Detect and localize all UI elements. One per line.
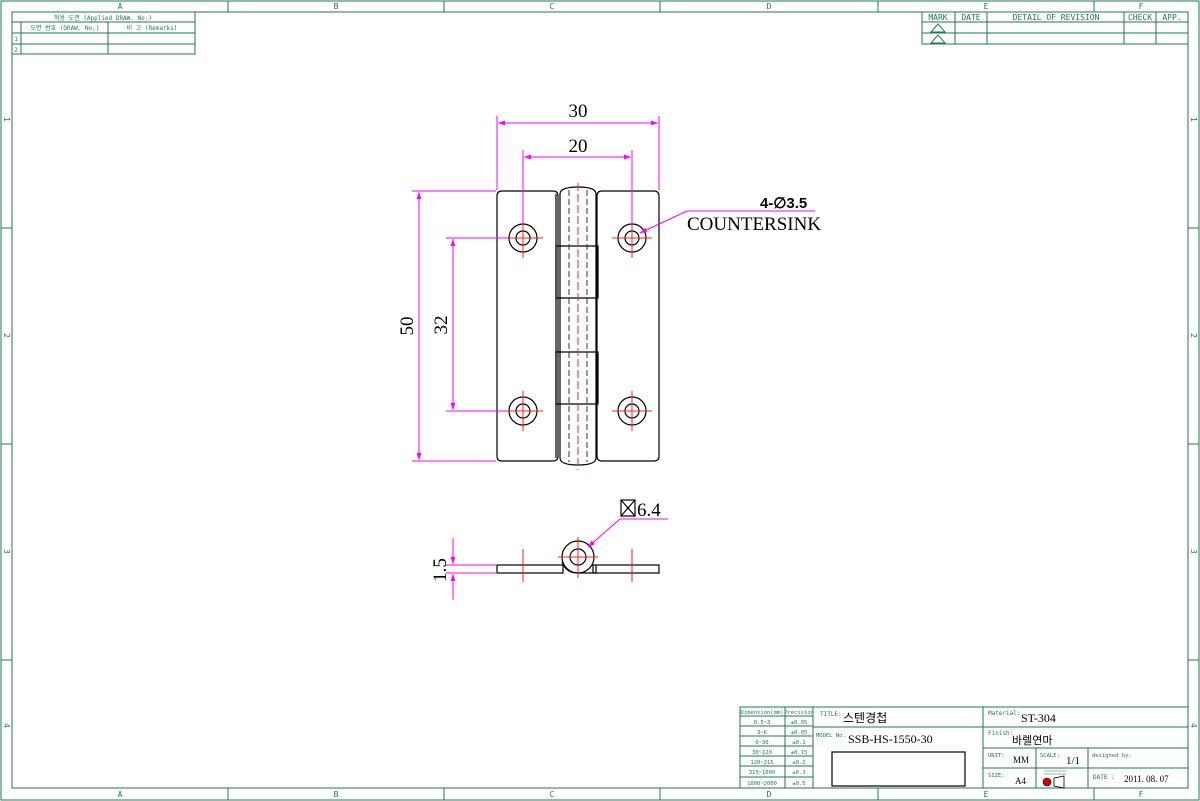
row-label: 1 (2, 117, 11, 122)
tolerance-precision: ±0.05 (791, 720, 808, 726)
revision-header-check: CHECK (1128, 13, 1152, 22)
col-label: C (550, 790, 555, 799)
tolerance-header: Precision (784, 710, 814, 716)
applied-drawing-table: 적용 도면 (Applied DRAW. No.) 도면 번호 (DRAW. N… (11, 11, 196, 55)
col-label: B (334, 790, 339, 799)
tolerance-range: 30~120 (752, 750, 772, 756)
hole-bottom-right (612, 391, 652, 431)
finish-label: Finish: (988, 730, 1013, 737)
tolerance-header: Dimension(mm) (740, 710, 783, 716)
tolerance-precision: ±0.2 (792, 760, 805, 766)
finish-value: 바렐연마 (1012, 734, 1052, 747)
hole-callout: 4-∅3.5 (760, 195, 807, 212)
col-label: E (984, 2, 989, 11)
hole-top-right (612, 218, 652, 258)
col-label: E (984, 790, 989, 799)
applied-table-row: 2 (14, 47, 18, 54)
row-label: 4 (2, 723, 11, 728)
side-dimensions (446, 499, 668, 600)
row-label: 4 (1189, 723, 1198, 728)
revision-header-mark: MARK (928, 13, 947, 22)
date-label: DATE : (1093, 774, 1115, 781)
tolerance-range: 3~6 (757, 730, 767, 736)
row-label: 3 (2, 549, 11, 554)
applied-table-col2: 비 고 (Remarks) (127, 24, 178, 32)
hole-top-left (503, 218, 543, 258)
designed-label: designed by: (1092, 753, 1132, 759)
material-value: ST-304 (1021, 711, 1056, 725)
tolerance-range: 315~1000 (749, 770, 776, 776)
row-label: 1 (1189, 117, 1198, 122)
row-label: 3 (1189, 549, 1198, 554)
col-label: C (550, 2, 555, 11)
tolerance-precision: ±0.1 (792, 740, 805, 746)
revision-header-date: DATE (961, 13, 980, 22)
date-value: 2011. 08. 07 (1124, 774, 1169, 784)
revision-header-app: APP. (1162, 13, 1181, 22)
hinge-side-view (496, 537, 660, 582)
revision-header-detail: DETAIL OF REVISION (1013, 13, 1100, 22)
hole-note: COUNTERSINK (687, 214, 821, 235)
right-leaf (596, 190, 660, 462)
model-number: SSB-HS-1550-30 (848, 732, 933, 746)
row-label: 2 (2, 333, 11, 338)
knuckle-segment (555, 245, 599, 299)
tolerance-precision: ±0.5 (792, 781, 805, 787)
drawing-title: 스텐경첩 (843, 711, 887, 725)
dim-height-outer: 50 (397, 317, 418, 336)
applied-table-col1: 도면 번호 (DRAW. No.) (30, 24, 99, 32)
unit-value: MM (1013, 755, 1029, 765)
tolerance-precision: ±0.05 (791, 730, 808, 736)
material-label: Material: (988, 710, 1021, 717)
scale-label: SCALE: (1040, 753, 1060, 759)
tolerance-range: 120~315 (750, 760, 773, 766)
applied-table-header: 적용 도면 (Applied DRAW. No.) (54, 14, 152, 22)
col-label: F (1139, 790, 1144, 799)
tolerance-precision: ±0.3 (792, 770, 805, 776)
sheet-border (0, 0, 1200, 801)
size-label: SIZE: (988, 773, 1005, 779)
left-leaf (496, 190, 559, 462)
scale-value: 1/1 (1066, 755, 1080, 767)
applied-table-row: 1 (14, 36, 18, 43)
revision-triangle-icon (929, 23, 947, 33)
dim-thickness: 1.5 (430, 558, 451, 582)
revision-table: MARK DATE DETAIL OF REVISION CHECK APP. (921, 11, 1189, 45)
title-label: TITLE: (820, 711, 842, 718)
unit-label: UNIT: (988, 753, 1005, 759)
tolerance-range: 0.5~3 (754, 720, 771, 726)
model-label: MODEL No. (816, 733, 846, 739)
tolerance-range: 6~30 (755, 740, 768, 746)
projection-symbol-icon (1042, 770, 1066, 789)
tolerance-range: 1000~2000 (747, 781, 777, 787)
dim-width-inner: 20 (569, 136, 588, 157)
col-label: A (118, 790, 123, 799)
col-label: D (767, 790, 772, 799)
col-label: F (1139, 2, 1144, 11)
col-label: A (118, 2, 123, 11)
dimension-lines (412, 116, 815, 462)
drawing-sheet: A B C D E F A B C D E F 1 2 3 4 1 2 3 4 … (0, 0, 1200, 801)
col-label: D (767, 2, 772, 11)
dim-height-inner: 32 (431, 316, 452, 335)
knuckle-segment (555, 351, 599, 405)
dim-width-outer: 30 (569, 101, 588, 122)
row-label: 2 (1189, 333, 1198, 338)
size-value: A4 (1015, 776, 1026, 786)
tolerance-precision: ±0.15 (791, 750, 808, 756)
pin-callout: 6.4 (637, 500, 661, 521)
col-label: B (334, 2, 339, 11)
revision-triangle-icon (929, 34, 947, 44)
hole-bottom-left (503, 391, 543, 431)
hinge-front-view (496, 183, 660, 470)
